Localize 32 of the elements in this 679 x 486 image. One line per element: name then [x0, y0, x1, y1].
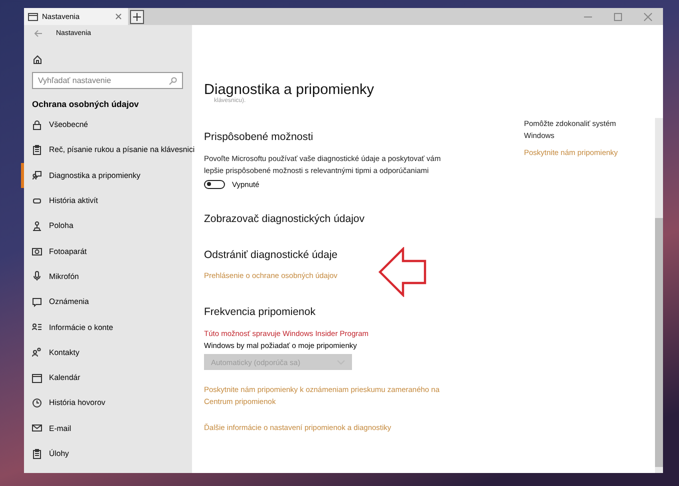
close-icon[interactable] [115, 13, 122, 20]
page-title: Diagnostika a pripomienky [204, 82, 374, 98]
section-heading[interactable]: Zobrazovač diagnostických údajov [204, 213, 365, 225]
notification-icon [32, 296, 42, 307]
search-field[interactable]: Vyhľadať nastavenie [32, 72, 183, 89]
arrow-annotation [378, 247, 428, 297]
scrollbar[interactable] [655, 118, 663, 473]
section-title: Ochrana osobných údajov [32, 99, 140, 109]
camera-icon [32, 246, 42, 256]
back-arrow-icon[interactable] [34, 30, 42, 37]
section-heading: Odstrániť diagnostické údaje [204, 249, 338, 261]
clipboard-icon [32, 448, 42, 458]
clock-icon [32, 398, 42, 408]
close-icon[interactable] [644, 12, 652, 20]
toggle-switch[interactable] [204, 180, 225, 189]
home-icon[interactable] [33, 55, 42, 64]
lock-icon [32, 120, 42, 130]
account-icon [32, 322, 42, 332]
maximize-icon[interactable] [614, 12, 622, 20]
new-tab-button[interactable] [130, 10, 144, 24]
section-heading: Frekvencia pripomienok [204, 306, 316, 318]
microphone-icon [32, 271, 42, 282]
calendar-icon [32, 372, 42, 383]
scrollbar-thumb[interactable] [655, 218, 663, 467]
window-icon [28, 12, 38, 20]
mail-icon [32, 423, 42, 434]
feedback-icon [32, 170, 42, 180]
contacts-icon [32, 347, 42, 358]
search-icon [169, 76, 177, 84]
location-icon [32, 220, 42, 231]
clipboard-icon [32, 144, 42, 155]
section-heading: Prispôsobené možnosti [204, 131, 314, 143]
